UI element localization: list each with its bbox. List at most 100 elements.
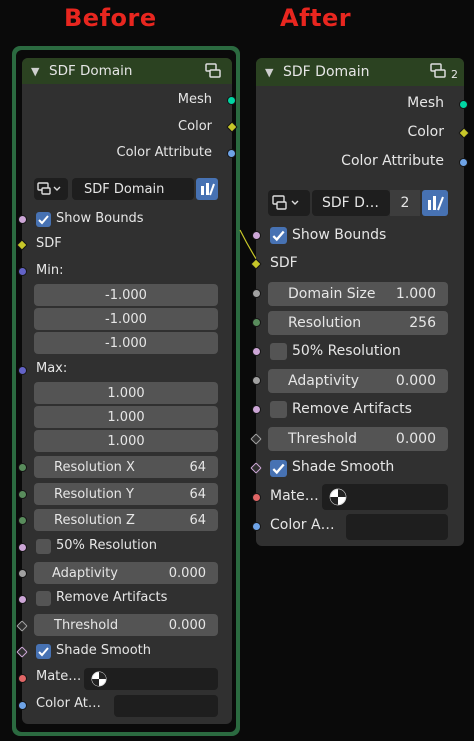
output-color-attribute-socket[interactable] <box>227 149 236 158</box>
color-attribute-label: Color At… <box>36 696 101 711</box>
remove-artifacts-socket[interactable] <box>252 405 261 414</box>
fake-user-button[interactable] <box>196 178 218 200</box>
shade-smooth-socket[interactable] <box>250 462 262 474</box>
show-bounds-socket[interactable] <box>18 215 27 224</box>
remove-artifacts-socket[interactable] <box>18 595 27 604</box>
material-icon <box>91 671 107 687</box>
node-group-icon <box>430 63 446 78</box>
threshold-value: 0.000 <box>168 617 206 633</box>
min-socket[interactable] <box>18 267 27 276</box>
fake-user-icon <box>201 183 215 196</box>
datablock-name-field[interactable]: SDF Domain <box>72 178 194 200</box>
output-color-socket[interactable] <box>458 127 470 139</box>
min-y-value: -1.000 <box>105 311 147 327</box>
material-field[interactable] <box>84 668 218 690</box>
material-field[interactable] <box>322 484 448 510</box>
remove-artifacts-checkbox[interactable] <box>270 401 287 418</box>
half-resolution-checkbox[interactable] <box>270 343 287 360</box>
max-label: Max: <box>36 361 68 376</box>
show-bounds-label: Show Bounds <box>56 211 144 226</box>
node-header[interactable]: ▼ SDF Domain <box>22 58 232 84</box>
show-bounds-checkbox[interactable] <box>36 212 51 227</box>
resolution-x-value: 64 <box>189 459 206 475</box>
adaptivity-label: Adaptivity <box>52 565 118 581</box>
remove-artifacts-label: Remove Artifacts <box>56 590 168 605</box>
output-mesh-socket[interactable] <box>459 100 468 109</box>
material-label: Mate… <box>270 488 319 504</box>
max-socket[interactable] <box>18 366 27 375</box>
output-color-attribute-label: Color Attribute <box>116 145 212 160</box>
datablock-users-button[interactable]: 2 <box>390 190 420 216</box>
material-socket[interactable] <box>18 674 27 683</box>
sdf-label: SDF <box>36 236 62 251</box>
resolution-y-socket[interactable] <box>18 490 27 499</box>
sdf-domain-node-after[interactable]: ▼ SDF Domain 2 Mesh Color Color Attribut… <box>250 58 470 546</box>
collapse-chevron-icon[interactable]: ▼ <box>31 65 43 78</box>
resolution-x-socket[interactable] <box>18 463 27 472</box>
datablock-browse-button[interactable] <box>34 178 68 200</box>
resolution-z-field[interactable]: Resolution Z 64 <box>34 509 218 531</box>
min-label: Min: <box>36 263 64 278</box>
threshold-field[interactable]: Threshold 0.000 <box>34 614 218 636</box>
threshold-label: Threshold <box>54 617 119 633</box>
resolution-socket[interactable] <box>252 318 261 327</box>
resolution-label: Resolution <box>288 315 362 331</box>
remove-artifacts-checkbox[interactable] <box>36 591 51 606</box>
node-header[interactable]: ▼ SDF Domain 2 <box>256 58 464 86</box>
fake-user-button[interactable] <box>422 190 448 216</box>
half-resolution-socket[interactable] <box>252 347 261 356</box>
collapse-chevron-icon[interactable]: ▼ <box>265 66 277 79</box>
min-y-field[interactable]: -1.000 <box>34 308 218 330</box>
half-resolution-socket[interactable] <box>18 543 27 552</box>
output-color-attribute-socket[interactable] <box>459 158 468 167</box>
sdf-domain-node-before[interactable]: ▼ SDF Domain Mesh Color Color Attribute … <box>16 58 238 724</box>
color-attribute-socket[interactable] <box>252 522 261 531</box>
color-attribute-field[interactable] <box>114 695 218 717</box>
color-attribute-socket[interactable] <box>18 701 27 710</box>
datablock-name: SDF D… <box>322 195 379 211</box>
threshold-socket[interactable] <box>250 433 262 445</box>
max-y-field[interactable]: 1.000 <box>34 406 218 428</box>
datablock-browse-button[interactable] <box>268 190 310 216</box>
shade-smooth-label: Shade Smooth <box>292 459 395 475</box>
node-tree-icon <box>37 182 61 195</box>
resolution-field[interactable]: Resolution 256 <box>268 311 448 335</box>
datablock-name: SDF Domain <box>84 181 165 197</box>
adaptivity-field[interactable]: Adaptivity 0.000 <box>34 562 218 584</box>
material-socket[interactable] <box>252 493 261 502</box>
shade-smooth-checkbox[interactable] <box>36 644 51 659</box>
resolution-y-value: 64 <box>189 486 206 502</box>
max-z-field[interactable]: 1.000 <box>34 430 218 452</box>
datablock-name-field[interactable]: SDF D… <box>312 190 390 216</box>
resolution-y-field[interactable]: Resolution Y 64 <box>34 483 218 505</box>
show-bounds-socket[interactable] <box>252 231 261 240</box>
adaptivity-socket[interactable] <box>252 376 261 385</box>
max-x-value: 1.000 <box>107 385 145 401</box>
output-mesh-socket[interactable] <box>227 96 236 105</box>
adaptivity-value: 0.000 <box>168 565 206 581</box>
show-bounds-checkbox[interactable] <box>270 227 287 244</box>
resolution-x-label: Resolution X <box>54 459 135 475</box>
check-icon <box>272 230 285 242</box>
color-attribute-field[interactable] <box>346 514 448 540</box>
half-resolution-checkbox[interactable] <box>36 539 51 554</box>
domain-size-socket[interactable] <box>252 289 261 298</box>
domain-size-value: 1.000 <box>395 286 436 302</box>
resolution-z-socket[interactable] <box>18 516 27 525</box>
max-x-field[interactable]: 1.000 <box>34 382 218 404</box>
half-resolution-label: 50% Resolution <box>292 343 401 359</box>
check-icon <box>272 463 285 475</box>
check-icon <box>38 215 49 225</box>
min-x-field[interactable]: -1.000 <box>34 284 218 306</box>
output-color-label: Color <box>178 119 212 134</box>
domain-size-field[interactable]: Domain Size 1.000 <box>268 282 448 306</box>
adaptivity-field[interactable]: Adaptivity 0.000 <box>268 369 448 393</box>
min-z-field[interactable]: -1.000 <box>34 332 218 354</box>
threshold-field[interactable]: Threshold 0.000 <box>268 427 448 451</box>
material-icon <box>329 488 347 506</box>
node-group-icon <box>205 63 221 78</box>
resolution-x-field[interactable]: Resolution X 64 <box>34 456 218 478</box>
shade-smooth-checkbox[interactable] <box>270 460 287 477</box>
adaptivity-socket[interactable] <box>18 569 27 578</box>
min-z-value: -1.000 <box>105 335 147 351</box>
